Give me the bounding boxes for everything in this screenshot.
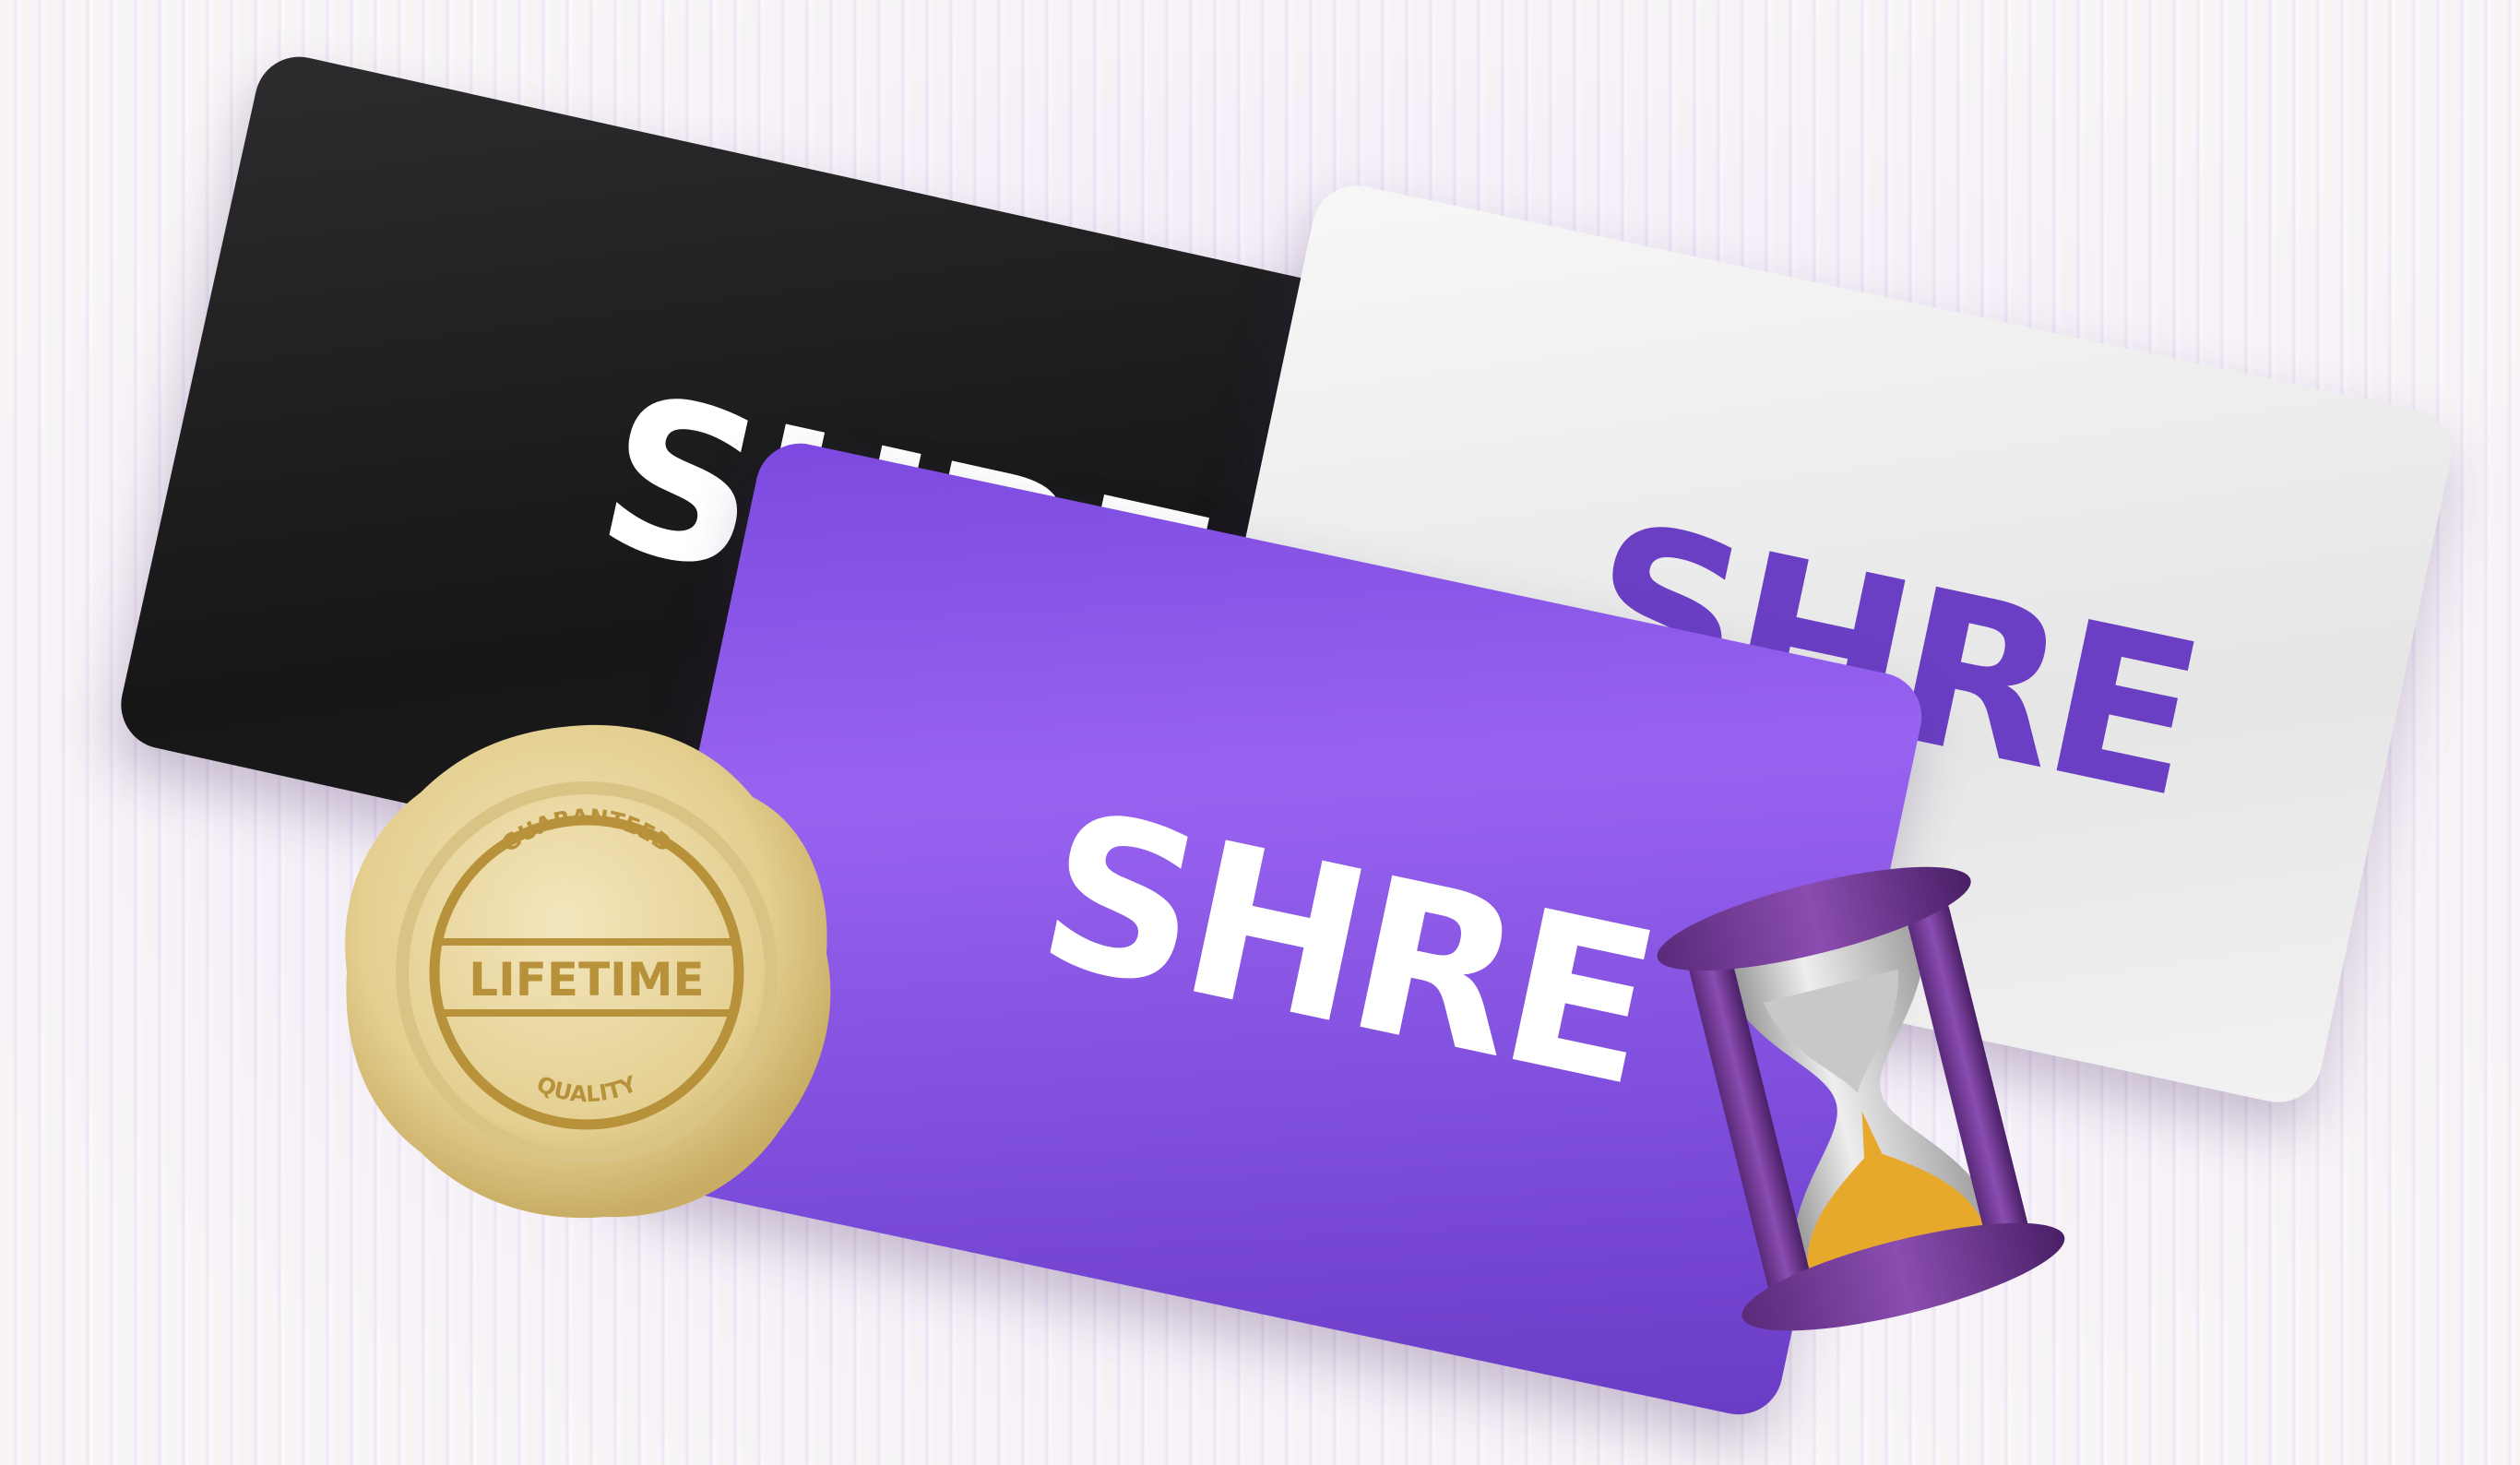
lifetime-wax-seal: LIFETIME GUARANTEED QUALITY <box>345 724 831 1219</box>
seal-lifetime-text: LIFETIME <box>469 953 704 1006</box>
card-logo: SHRE <box>1021 765 1670 1134</box>
